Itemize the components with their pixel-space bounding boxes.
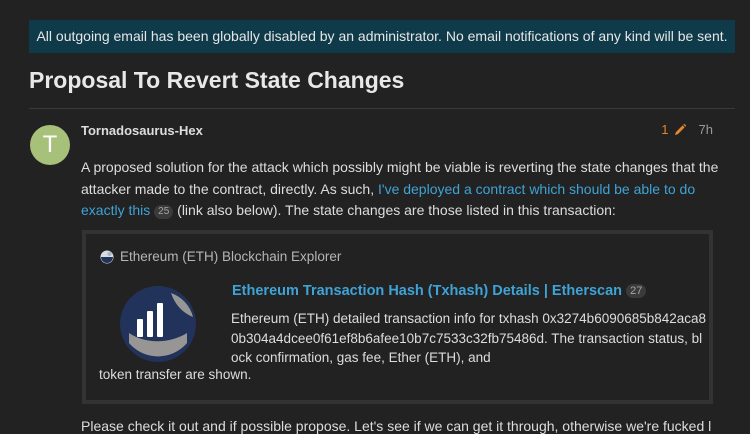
- avatar[interactable]: T: [30, 125, 70, 165]
- onebox-click-count: 27: [626, 284, 647, 298]
- post-username[interactable]: Tornadosaurus-Hex: [81, 123, 203, 138]
- post-text: (link also below). The state changes are…: [173, 202, 616, 218]
- edit-history-count[interactable]: 1: [661, 122, 668, 137]
- onebox-source[interactable]: Ethereum (ETH) Blockchain Explorer: [100, 249, 341, 264]
- onebox-title[interactable]: Ethereum Transaction Hash (Txhash) Detai…: [232, 283, 647, 299]
- link-preview-onebox: Ethereum (ETH) Blockchain Explorer Ether…: [82, 230, 713, 404]
- etherscan-favicon-icon: [100, 250, 114, 264]
- onebox-source-label[interactable]: Ethereum (ETH) Blockchain Explorer: [120, 249, 341, 264]
- link-click-count: 25: [154, 205, 174, 219]
- onebox-description: Ethereum (ETH) detailed transaction info…: [231, 311, 707, 365]
- onebox-description-tail: token transfer are shown.: [99, 367, 252, 382]
- post-meta: 1 7h: [661, 122, 713, 137]
- etherscan-logo-icon[interactable]: [119, 285, 197, 363]
- title-divider: [29, 108, 735, 109]
- pencil-icon[interactable]: [673, 123, 687, 137]
- onebox-title-link[interactable]: Ethereum Transaction Hash (Txhash) Detai…: [232, 283, 622, 299]
- post-body: A proposed solution for the attack which…: [81, 157, 721, 222]
- topic-title[interactable]: Proposal To Revert State Changes: [29, 64, 404, 96]
- post-paragraph: A proposed solution for the attack which…: [81, 157, 721, 222]
- global-notice-banner: All outgoing email has been globally dis…: [29, 20, 735, 53]
- post-date[interactable]: 7h: [699, 122, 713, 137]
- post-next-paragraph: Please check it out and if possible prop…: [81, 418, 712, 434]
